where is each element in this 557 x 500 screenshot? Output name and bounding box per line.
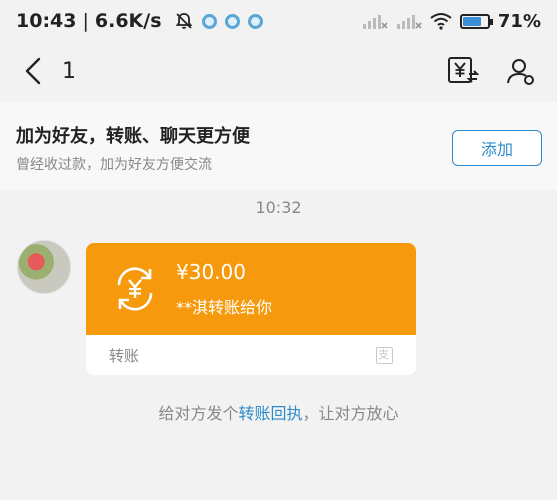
transfer-label: 转账 [109, 346, 140, 365]
user-profile-icon [507, 59, 534, 85]
banner-title: 加为好友，转账、聊天更方便 [16, 126, 250, 147]
avatar[interactable] [17, 240, 71, 294]
battery-percent: 71% [497, 10, 541, 32]
status-right: 71% [362, 11, 541, 32]
notification-icons [174, 11, 263, 31]
network-speed: 6.6K/s [94, 10, 162, 32]
alipay-brand-icon [376, 346, 393, 364]
transfer-circle [109, 263, 161, 315]
notification-dot-icon [247, 13, 263, 29]
transfer-yuan-icon [117, 267, 153, 311]
profile-button[interactable] [503, 53, 539, 89]
notification-dot-icon [201, 13, 217, 29]
receipt-hint-prefix: 给对方发个 [158, 404, 239, 423]
status-time: 10:43 [16, 10, 77, 32]
add-friend-button[interactable]: 添加 [452, 130, 542, 166]
receipt-hint-suffix: ，让对方放心 [302, 404, 399, 423]
status-bar: 10:43 | 6.6K/s 71% [0, 0, 557, 42]
status-separator: | [82, 10, 89, 32]
chat-title: 1 [62, 58, 76, 84]
nav-actions [445, 53, 539, 89]
transfer-message-card[interactable]: ¥30.00 **淇转账给你 转账 [86, 243, 416, 375]
chat-timestamp: 10:32 [255, 198, 302, 217]
receipt-hint: 给对方发个转账回执，让对方放心 [0, 400, 557, 424]
status-left: 10:43 | 6.6K/s [16, 10, 263, 32]
back-button[interactable] [18, 51, 48, 91]
signal-icon [362, 15, 388, 29]
receipt-link[interactable]: 转账回执 [238, 404, 302, 423]
nav-bar: 1 [0, 42, 557, 100]
notification-dot-icon [224, 13, 240, 29]
signal-icon [396, 15, 422, 29]
transfer-description: **淇转账给你 [176, 298, 273, 317]
transfer-card-footer: 转账 [86, 335, 416, 375]
transfer-yuan-icon [448, 57, 479, 83]
battery-fill [462, 16, 482, 26]
back-arrow-icon [25, 57, 41, 85]
mute-bell-icon [175, 13, 192, 29]
transfer-button[interactable] [445, 53, 481, 89]
battery-icon [459, 13, 493, 29]
transfer-card-body: ¥30.00 **淇转账给你 [86, 243, 416, 335]
transfer-amount: ¥30.00 [176, 260, 246, 284]
add-friend-banner: 加为好友，转账、聊天更方便 曾经收过款，加为好友方便交流 添加 [0, 102, 557, 190]
banner-subtitle: 曾经收过款，加为好友方便交流 [16, 157, 212, 173]
wifi-icon [430, 13, 452, 30]
